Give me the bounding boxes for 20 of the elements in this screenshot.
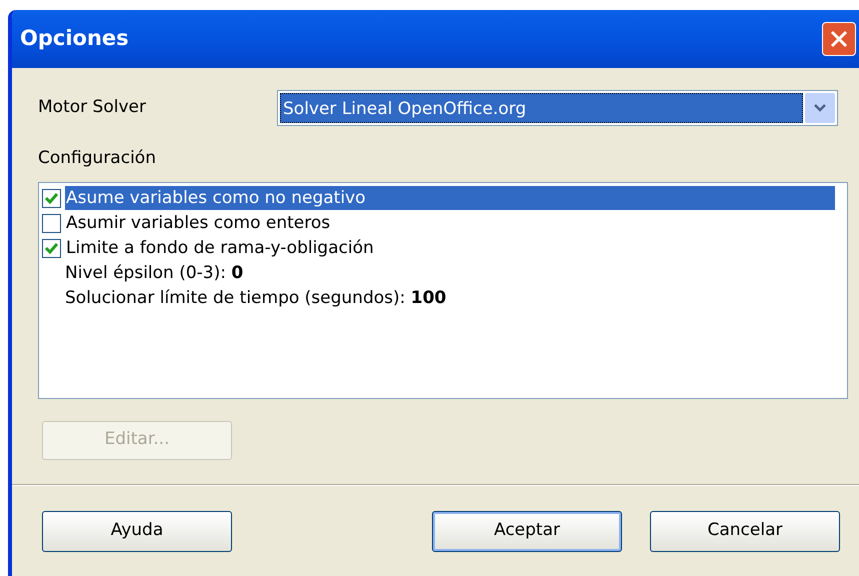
option-label[interactable]: Asumir variables como enteros <box>65 211 835 235</box>
option-label[interactable]: Asume variables como no negativo <box>65 186 835 210</box>
checkbox[interactable] <box>42 214 61 232</box>
close-icon <box>829 29 849 49</box>
option-label[interactable]: Nivel épsilon (0-3): 0 <box>65 261 244 285</box>
engine-label: Motor Solver <box>38 96 147 120</box>
close-button[interactable] <box>822 22 856 56</box>
selected-value: Solver Lineal OpenOffice.org <box>280 93 803 123</box>
check-icon <box>45 192 58 204</box>
dialog-button[interactable]: Cancelar <box>650 510 840 552</box>
window-title: Opciones <box>20 25 129 52</box>
option-label[interactable]: Solucionar límite de tiempo (segundos): 100 <box>65 286 446 310</box>
dialog-button[interactable]: Aceptar <box>432 510 622 552</box>
dialog-button[interactable]: Ayuda <box>42 510 232 552</box>
engine-dropdown[interactable]: Solver Lineal OpenOffice.org <box>277 90 838 126</box>
checkbox[interactable] <box>42 188 61 208</box>
option-label[interactable]: Limite a fondo de rama-y-obligación <box>65 236 835 260</box>
settings-label: Configuración <box>38 147 157 170</box>
check-icon <box>45 242 58 254</box>
checkbox[interactable] <box>42 238 61 258</box>
